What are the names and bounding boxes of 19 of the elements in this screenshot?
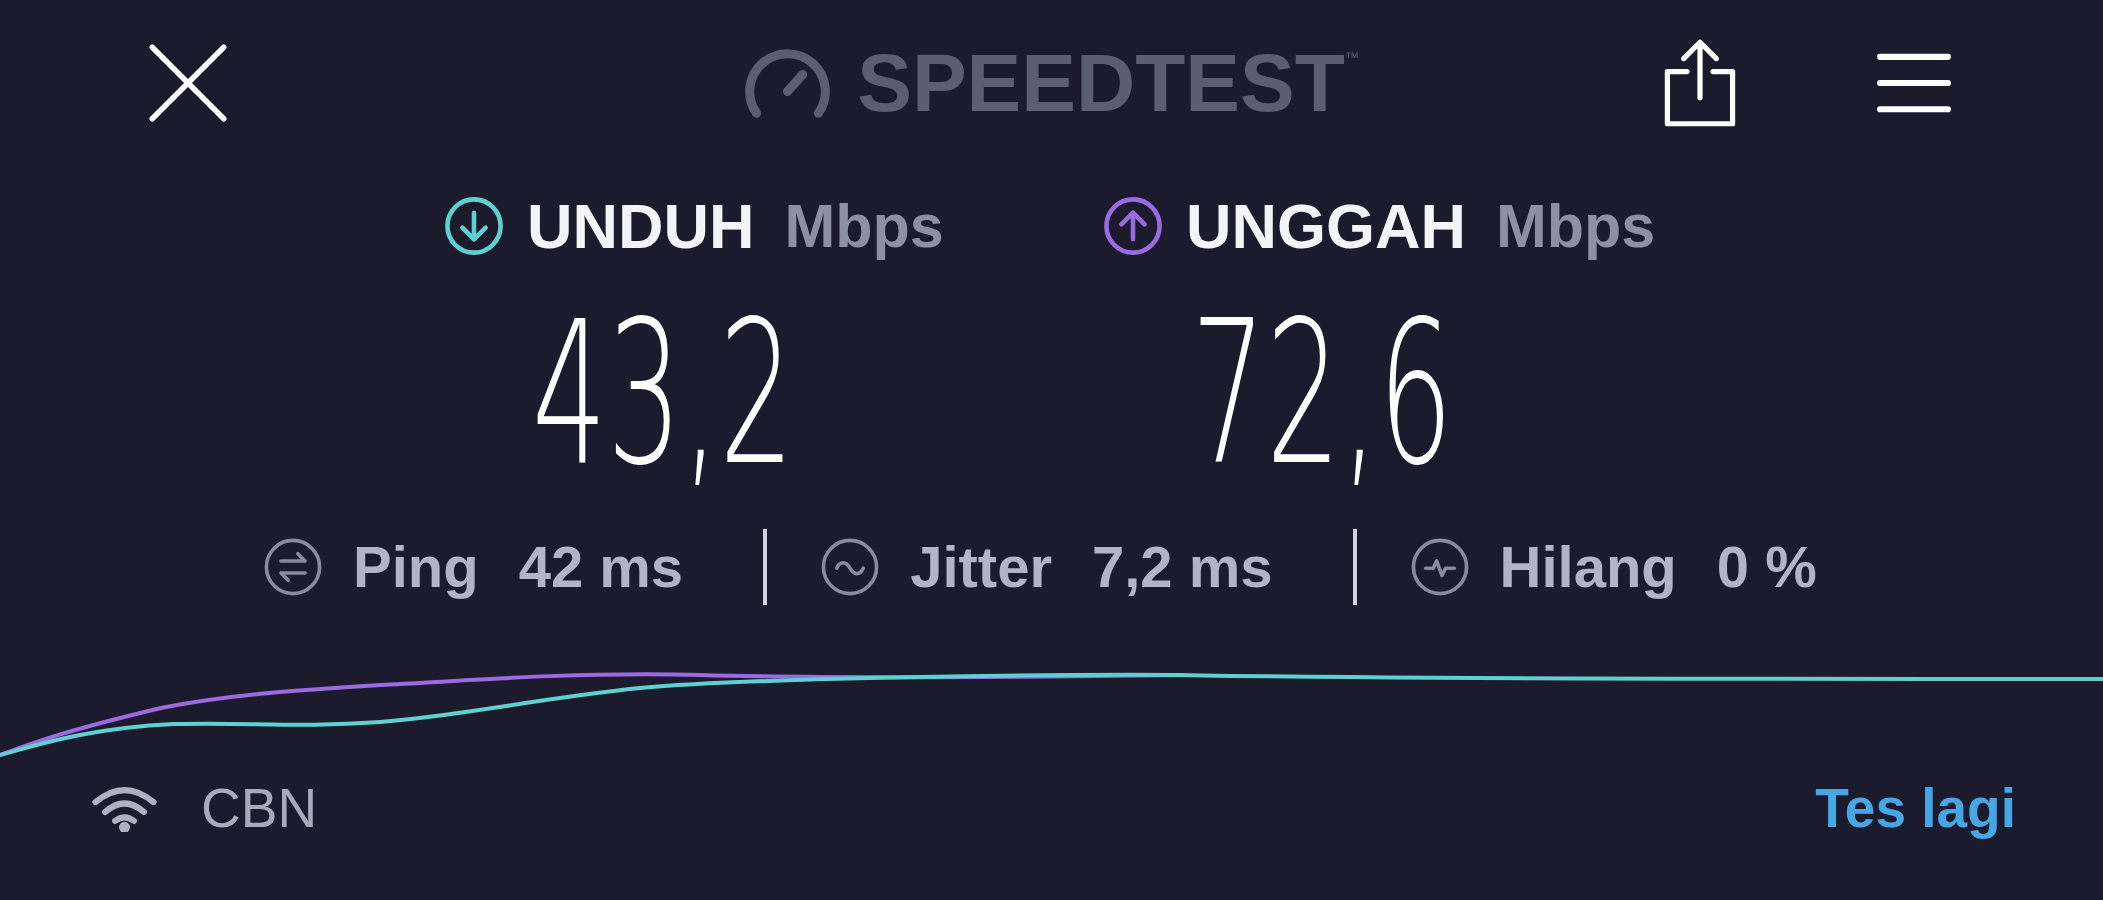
wave-circle-icon: [821, 538, 880, 596]
packet-loss-value: 0 %: [1716, 538, 1817, 596]
ping-value: 42 ms: [518, 538, 684, 596]
logo-text: SPEEDTEST: [857, 42, 1345, 124]
network-name: CBN: [201, 780, 318, 836]
jitter-value: 7,2 ms: [1091, 538, 1273, 596]
upload-label: UNGGAH: [1186, 194, 1466, 258]
wifi-icon: [91, 784, 158, 832]
download-speed-value: 43,2: [532, 295, 795, 493]
share-icon[interactable]: [1663, 39, 1737, 127]
pulse-circle-icon: [1410, 538, 1469, 596]
speedometer-icon: [744, 48, 832, 118]
download-label: UNDUH: [527, 194, 755, 258]
close-icon[interactable]: [148, 44, 228, 122]
arrows-circle-icon: [264, 538, 322, 596]
jitter-label: Jitter: [910, 538, 1052, 596]
trademark-sign: ™: [1344, 50, 1359, 64]
menu-icon[interactable]: [1877, 51, 1951, 115]
upload-speed-value: 72,6: [1191, 295, 1454, 493]
